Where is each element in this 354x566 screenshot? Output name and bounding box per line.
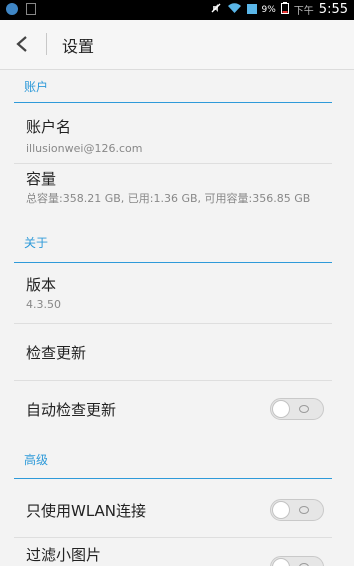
- check-update-row[interactable]: 检查更新: [0, 324, 354, 380]
- wlan-only-toggle[interactable]: [270, 499, 324, 521]
- filter-small-images-row[interactable]: 过滤小图片: [0, 538, 354, 566]
- toggle-knob: [272, 558, 290, 566]
- toggle-off-icon: [299, 506, 309, 514]
- section-line-advanced: [14, 478, 332, 479]
- section-line-account: [14, 102, 332, 103]
- image-icon: [26, 3, 36, 15]
- account-name-value: illusionwei@126.com: [26, 142, 143, 155]
- toggle-off-icon: [299, 405, 309, 413]
- status-ampm: 下午: [293, 6, 314, 17]
- section-line-about: [14, 262, 332, 263]
- title-bar: 设置: [0, 20, 354, 70]
- check-update-label: 检查更新: [26, 344, 87, 362]
- capacity-row: 容量 总容量:358.21 GB, 已用:1.36 GB, 可用容量:356.8…: [0, 164, 354, 226]
- status-time: 5:55: [318, 2, 348, 17]
- battery-percent: 9%: [261, 4, 276, 15]
- auto-check-update-label: 自动检查更新: [26, 401, 117, 419]
- page-title: 设置: [62, 37, 95, 56]
- title-divider: [46, 33, 47, 55]
- wifi-icon: [227, 2, 242, 17]
- capacity-title: 容量: [26, 170, 57, 188]
- section-header-advanced: 高级: [24, 453, 49, 467]
- chevron-left-icon: [16, 36, 27, 52]
- back-button[interactable]: [10, 32, 34, 56]
- section-header-account: 账户: [24, 80, 49, 94]
- app-icon: [6, 3, 18, 15]
- wlan-only-row[interactable]: 只使用WLAN连接: [0, 480, 354, 538]
- account-name-title: 账户名: [26, 118, 72, 136]
- version-value: 4.3.50: [26, 298, 61, 311]
- account-name-row[interactable]: 账户名 illusionwei@126.com: [0, 104, 354, 164]
- filter-small-images-label: 过滤小图片: [26, 546, 102, 564]
- wlan-only-label: 只使用WLAN连接: [26, 502, 147, 520]
- toggle-knob: [272, 501, 290, 519]
- status-bar: 9% 下午 5:55: [0, 0, 354, 20]
- toggle-knob: [272, 400, 290, 418]
- auto-check-update-row[interactable]: 自动检查更新: [0, 381, 354, 439]
- version-title: 版本: [26, 276, 57, 294]
- signal-icon: [246, 2, 257, 17]
- battery-icon: [280, 2, 289, 17]
- mute-icon: [210, 2, 222, 17]
- filter-small-images-toggle[interactable]: [270, 556, 324, 566]
- capacity-value: 总容量:358.21 GB, 已用:1.36 GB, 可用容量:356.85 G…: [26, 192, 311, 205]
- section-header-about: 关于: [24, 236, 49, 250]
- version-row: 版本 4.3.50: [0, 264, 354, 322]
- auto-check-update-toggle[interactable]: [270, 398, 324, 420]
